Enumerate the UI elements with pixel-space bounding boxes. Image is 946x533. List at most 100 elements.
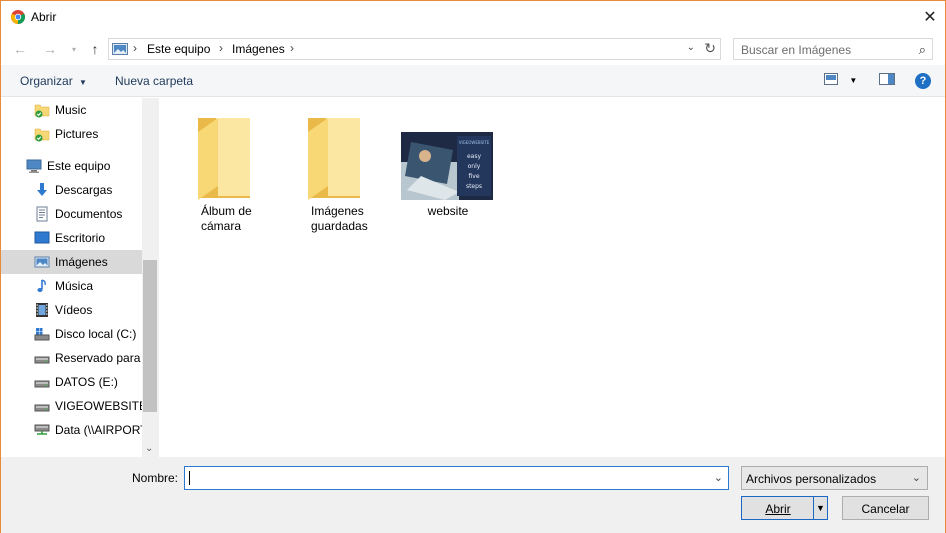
folder-icon — [308, 118, 360, 200]
nav-item-label: VIGEOWEBSITE ( — [55, 399, 142, 413]
nav-item[interactable]: Descargas — [1, 178, 142, 202]
document-icon — [34, 206, 50, 222]
download-icon — [34, 182, 50, 198]
nav-item-label: Data (\\AIRPORT — [55, 423, 142, 437]
chevron-down-icon: ▼ — [849, 76, 858, 85]
help-icon[interactable]: ? — [915, 73, 931, 89]
dialog-footer: Nombre: ⌄ Archivos personalizados ⌄ Abri… — [1, 457, 945, 533]
folder-icon — [198, 118, 250, 200]
nav-item[interactable]: Music — [1, 98, 142, 122]
breadcrumb-este-equipo[interactable]: Este equipo — [147, 42, 210, 56]
nav-item[interactable]: VIGEOWEBSITE ( — [1, 394, 142, 418]
thumb-text: steps — [466, 183, 482, 190]
nav-item[interactable]: Este equipo — [1, 154, 142, 178]
dropdown-triangle-icon: ▼ — [816, 503, 825, 513]
nav-item[interactable]: Vídeos — [1, 298, 142, 322]
nav-item-label: Disco local (C:) — [55, 327, 137, 341]
image-thumbnail: VIGEOWEBSITE easy only five steps — [401, 132, 493, 200]
refresh-icon[interactable]: ↻ — [704, 40, 716, 57]
new-folder-button[interactable]: Nueva carpeta — [115, 74, 193, 88]
close-icon: ✕ — [923, 8, 937, 26]
breadcrumb-separator-icon: › — [290, 41, 294, 55]
folder-label: Álbum de cámara — [201, 204, 252, 233]
nav-item-label: Pictures — [55, 127, 99, 141]
filename-input[interactable]: ⌄ — [184, 466, 729, 490]
nav-item[interactable]: Disco local (C:) — [1, 322, 142, 346]
nav-item-label: Escritorio — [55, 231, 106, 245]
folder-check-icon — [34, 126, 50, 142]
nav-item-label: Music — [55, 103, 87, 117]
nav-item[interactable]: Pictures — [1, 122, 142, 146]
up-button[interactable]: ↑ — [86, 40, 104, 58]
network-drive-icon — [34, 422, 50, 438]
breadcrumb-separator-icon: › — [133, 41, 137, 55]
drive-icon — [34, 350, 50, 366]
title-bar: Abrir ✕ — [1, 1, 945, 32]
folder-check-icon — [34, 102, 50, 118]
preview-pane-icon — [879, 73, 895, 85]
search-input[interactable]: Buscar en Imágenes ⌕ — [733, 38, 933, 60]
drive-windows-icon — [34, 326, 50, 342]
cancel-button[interactable]: Cancelar — [842, 496, 929, 520]
address-history-chevron-icon[interactable]: ⌄ — [687, 42, 695, 53]
search-placeholder: Buscar en Imágenes — [741, 43, 852, 57]
text-caret — [189, 471, 190, 485]
view-options-button[interactable]: ▼ — [824, 73, 857, 88]
chrome-icon — [11, 10, 25, 24]
filename-label: Nombre: — [132, 471, 179, 485]
nav-item[interactable]: Música — [1, 274, 142, 298]
preview-pane-button[interactable] — [879, 73, 895, 88]
nav-item[interactable]: Imágenes — [1, 250, 142, 274]
address-bar[interactable]: › Este equipo › Imágenes › ⌄ ↻ — [108, 38, 721, 60]
nav-item[interactable]: Escritorio — [1, 226, 142, 250]
nav-item[interactable]: Reservado para el — [1, 346, 142, 370]
file-view: Álbum de cámara Imágenes guardadas VIGEO… — [160, 98, 945, 457]
image-file-tile[interactable]: VIGEOWEBSITE easy only five steps websit… — [401, 116, 495, 236]
organize-label: Organizar — [20, 74, 73, 88]
chevron-down-icon[interactable]: ⌄ — [714, 471, 723, 484]
scrollbar-thumb[interactable] — [143, 260, 157, 412]
thumb-text: five — [468, 173, 479, 180]
desktop-icon — [34, 230, 50, 246]
nav-item-label: DATOS (E:) — [55, 375, 118, 389]
command-bar: Organizar ▼ Nueva carpeta ▼ ? — [1, 65, 945, 97]
breadcrumb-separator-icon: › — [219, 41, 223, 55]
open-file-dialog: Abrir ✕ ← → ▾ ↑ › Este equipo › Imágenes… — [0, 0, 946, 533]
folder-tile[interactable]: Álbum de cámara — [196, 116, 292, 236]
pictures-folder-icon — [112, 43, 128, 55]
organize-button[interactable]: Organizar ▼ — [20, 74, 87, 88]
open-options-button[interactable]: ▼ — [813, 497, 827, 519]
arrow-left-icon: ← — [13, 41, 27, 57]
window-title: Abrir — [31, 10, 57, 24]
pictures-icon — [34, 254, 50, 270]
forward-button[interactable]: → — [41, 40, 59, 58]
nav-item[interactable]: Data (\\AIRPORT — [1, 418, 142, 442]
nav-item-label: Reservado para el — [55, 351, 142, 365]
nav-item-label: Imágenes — [55, 255, 108, 269]
nav-scrollbar[interactable]: ⌄ — [142, 98, 159, 457]
nav-item-label: Vídeos — [55, 303, 93, 317]
breadcrumb-imagenes[interactable]: Imágenes — [232, 42, 285, 56]
open-label: Abrir — [765, 502, 791, 516]
search-icon[interactable]: ⌕ — [919, 42, 926, 58]
music-icon — [34, 278, 50, 294]
open-button[interactable]: Abrir ▼ — [741, 496, 828, 520]
close-button[interactable]: ✕ — [915, 1, 945, 32]
file-type-value: Archivos personalizados — [746, 472, 877, 486]
nav-item[interactable]: DATOS (E:) — [1, 370, 142, 394]
nav-item[interactable]: Documentos — [1, 202, 142, 226]
thumb-text: easy — [467, 153, 481, 160]
arrow-right-icon: → — [43, 41, 57, 57]
video-icon — [34, 302, 50, 318]
drive-icon — [34, 374, 50, 390]
folder-label: Imágenes guardadas — [311, 204, 368, 233]
nav-item-label: Este equipo — [47, 159, 111, 173]
drive-icon — [34, 398, 50, 414]
arrow-up-icon: ↑ — [91, 41, 99, 57]
recent-locations-button[interactable]: ▾ — [65, 40, 83, 58]
folder-tile[interactable]: Imágenes guardadas — [306, 116, 402, 236]
file-type-select[interactable]: Archivos personalizados ⌄ — [741, 466, 928, 490]
scroll-down-chevron-icon[interactable]: ⌄ — [145, 443, 153, 454]
chevron-down-icon: ▾ — [71, 44, 76, 54]
back-button[interactable]: ← — [11, 40, 29, 58]
